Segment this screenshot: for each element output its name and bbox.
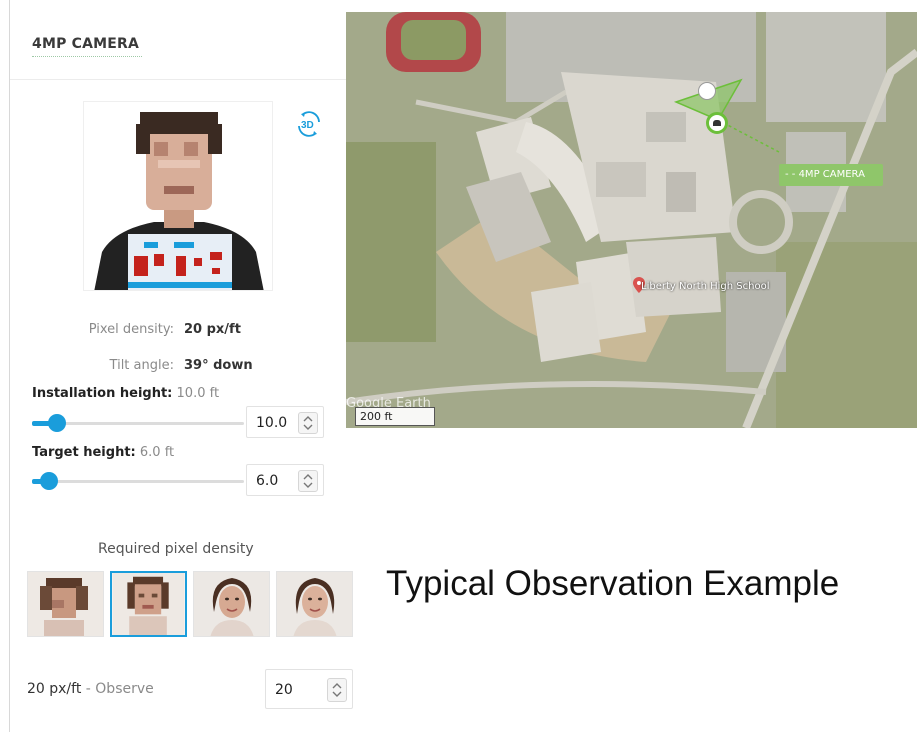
example-headline: Typical Observation Example <box>386 564 840 603</box>
map-scale-bar: 200 ft <box>355 407 435 426</box>
density-separator: - <box>81 681 96 697</box>
slider-thumb[interactable] <box>39 472 58 490</box>
camera-dome-icon <box>713 120 721 126</box>
density-option-identify[interactable] <box>276 571 353 637</box>
svg-text:3D: 3D <box>301 120 314 131</box>
panel-title: 4MP CAMERA <box>32 36 140 52</box>
target-height-input[interactable]: 6.0 <box>246 464 324 496</box>
pixelated-face-low-icon <box>28 572 103 636</box>
required-density-title: Required pixel density <box>98 541 254 557</box>
camera-settings-panel: 4MP CAMERA 3D Pixel density: 20 px/ft Ti… <box>10 12 346 520</box>
required-density-input-value: 20 <box>275 682 293 698</box>
stepper-arrows-icon[interactable] <box>298 412 318 434</box>
stepper-arrows-icon[interactable] <box>298 470 318 492</box>
target-height-slider[interactable] <box>32 471 244 491</box>
school-map-label: Liberty North High School <box>641 281 770 292</box>
installation-height-label: Installation height: <box>32 386 173 401</box>
installation-height-input-value: 10.0 <box>256 415 288 431</box>
satellite-map[interactable]: - - 4MP CAMERA Liberty North High School… <box>346 12 917 428</box>
target-height-value-text: 6.0 ft <box>139 445 175 460</box>
slider-track <box>32 480 244 483</box>
stepper-arrows-icon[interactable] <box>327 678 347 702</box>
tilt-angle-label: Tilt angle: <box>109 358 174 373</box>
installation-height-value-text: 10.0 ft <box>176 386 220 401</box>
face-recognize-icon <box>194 572 269 636</box>
pixelated-person-icon <box>84 102 272 290</box>
tilt-angle-value: 39° down <box>184 358 253 373</box>
slider-thumb[interactable] <box>48 414 67 432</box>
target-height-title: Target height: 6.0 ft <box>32 445 174 460</box>
target-height-input-value: 6.0 <box>256 473 279 489</box>
pixel-preview-image <box>83 101 273 291</box>
pixelated-face-observe-icon <box>112 573 185 635</box>
selected-density-value: 20 px/ft <box>27 681 82 697</box>
selected-density-row: 20 px/ft - Observe <box>27 681 154 697</box>
face-identify-icon <box>277 572 352 636</box>
title-underline <box>32 56 142 57</box>
target-height-label: Target height: <box>32 445 136 460</box>
selected-density-mode: Observe <box>95 681 154 697</box>
installation-height-slider[interactable] <box>32 413 244 433</box>
pixel-density-value: 20 px/ft <box>184 322 241 337</box>
density-option-recognize[interactable] <box>193 571 270 637</box>
density-option-low[interactable] <box>27 571 104 637</box>
camera-rotate-handle-icon[interactable] <box>698 82 716 100</box>
camera-map-label[interactable]: - - 4MP CAMERA <box>779 164 883 186</box>
panel-header: 4MP CAMERA <box>10 12 346 80</box>
required-density-input[interactable]: 20 <box>265 669 353 709</box>
installation-height-title: Installation height: 10.0 ft <box>32 386 219 401</box>
3d-rotate-icon[interactable]: 3D <box>294 109 324 139</box>
pixel-density-label: Pixel density: <box>88 322 174 337</box>
satellite-imagery <box>346 12 917 428</box>
camera-marker-icon[interactable] <box>706 112 728 134</box>
density-option-observe[interactable] <box>110 571 187 637</box>
installation-height-input[interactable]: 10.0 <box>246 406 324 438</box>
